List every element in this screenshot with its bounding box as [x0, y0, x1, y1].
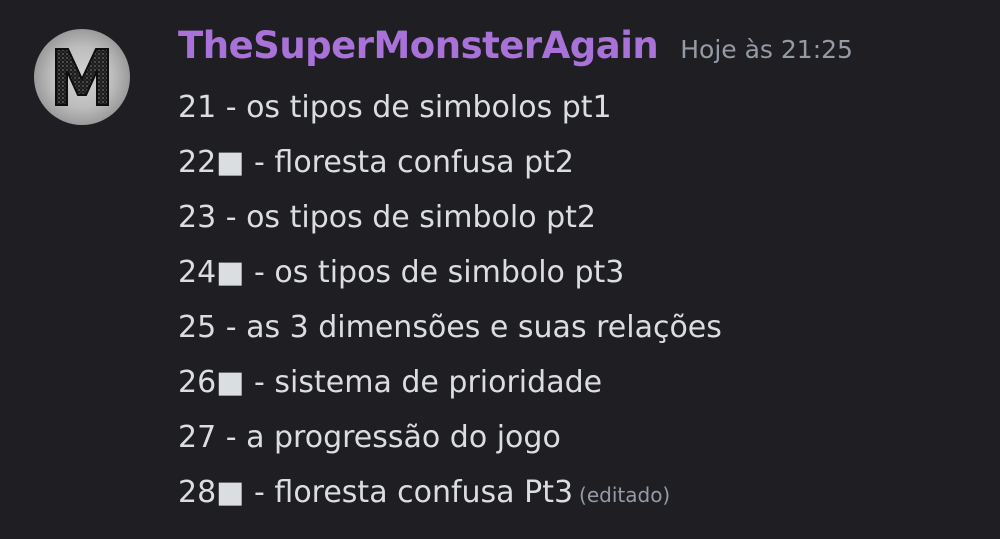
message-line: 24■ - os tipos de simbolo pt3: [178, 255, 625, 290]
avatar[interactable]: [34, 29, 130, 125]
message-line: 22■ - floresta confusa pt2: [178, 145, 574, 180]
message-line: 21 - os tipos de simbolos pt1: [178, 90, 612, 125]
message-header: TheSuperMonsterAgain Hoje às 21:25: [178, 24, 853, 80]
message-line-text: 28■ - floresta confusa Pt3: [178, 475, 574, 510]
message-line: 26■ - sistema de prioridade: [178, 365, 603, 400]
username[interactable]: TheSuperMonsterAgain: [178, 24, 659, 67]
message-line: 27 - a progressão do jogo: [178, 420, 561, 455]
chat-message: TheSuperMonsterAgain Hoje às 21:25 21 - …: [0, 0, 1000, 539]
edited-label: (editado): [579, 483, 671, 507]
message-line: 23 - os tipos de simbolo pt2: [178, 200, 596, 235]
message-line: 25 - as 3 dimensões e suas relações: [178, 310, 722, 345]
avatar-letter-m-icon: [55, 48, 109, 106]
message-content: 21 - os tipos de simbolos pt1 22■ - flor…: [178, 80, 722, 520]
message-line-last: 28■ - floresta confusa Pt3 (editado): [178, 465, 722, 520]
timestamp[interactable]: Hoje às 21:25: [680, 35, 853, 64]
